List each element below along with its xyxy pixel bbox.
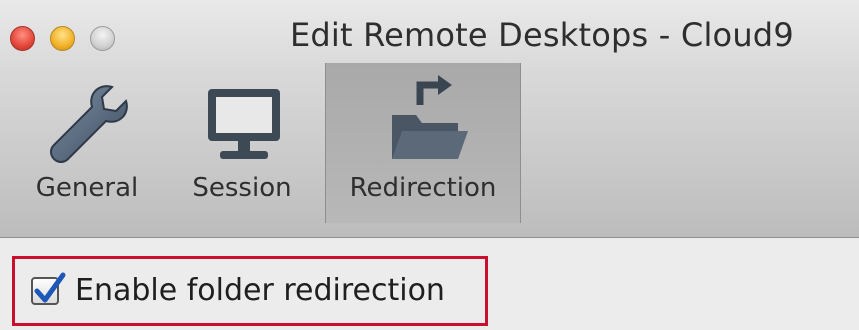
tab-general-label: General: [35, 173, 139, 203]
window-controls: [10, 26, 115, 51]
tab-redirection[interactable]: Redirection: [325, 63, 521, 223]
tab-session[interactable]: Session: [172, 63, 312, 223]
close-window-button[interactable]: [10, 26, 35, 51]
enable-folder-redirection-checkbox[interactable]: [31, 272, 66, 305]
tab-redirection-label: Redirection: [349, 173, 497, 203]
window-titlebar-toolbar: Edit Remote Desktops - Cloud9 General Se…: [0, 0, 859, 238]
window-title: Edit Remote Desktops - Cloud9: [290, 16, 794, 54]
wrench-icon: [42, 79, 132, 173]
zoom-window-button[interactable]: [90, 26, 115, 51]
monitor-icon: [202, 79, 286, 173]
minimize-window-button[interactable]: [50, 26, 75, 51]
tab-session-label: Session: [192, 173, 292, 203]
folder-redirection-option: Enable folder redirection: [12, 256, 488, 326]
enable-folder-redirection-label[interactable]: Enable folder redirection: [75, 273, 445, 308]
folder-redirect-icon: [386, 71, 470, 171]
tab-general[interactable]: General: [20, 63, 154, 223]
checkmark-icon: [34, 272, 66, 303]
